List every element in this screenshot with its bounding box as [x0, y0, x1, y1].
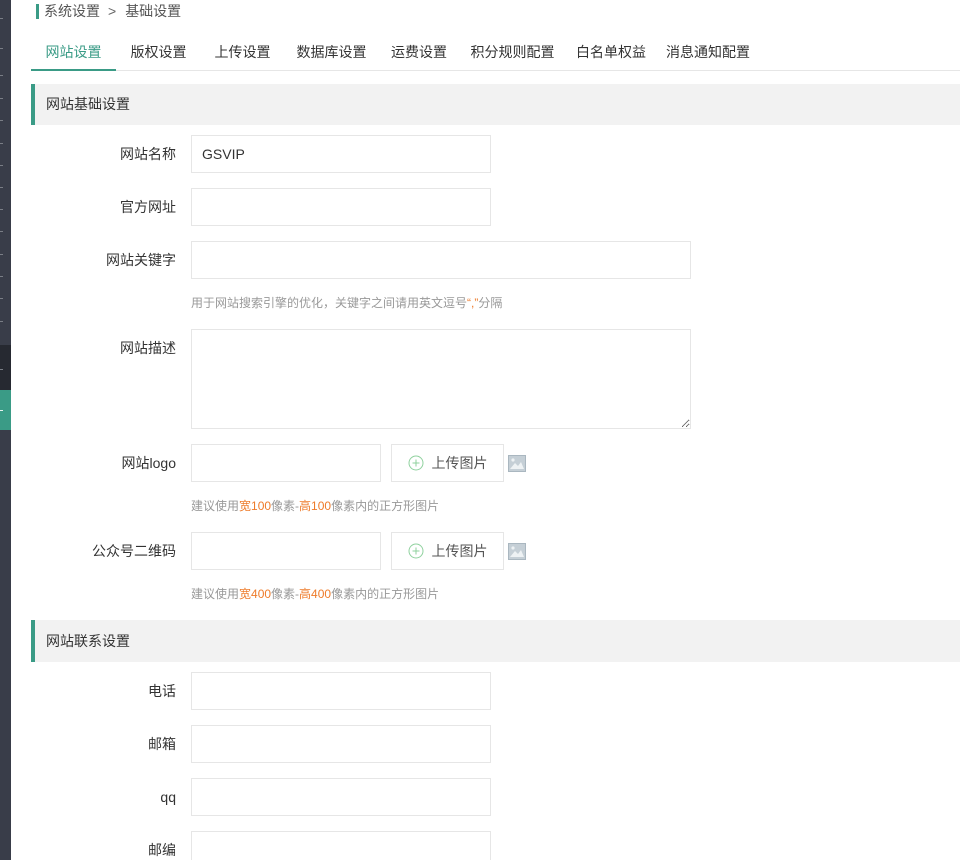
tab-whitelist-benefits[interactable]: 白名单权益 — [566, 35, 656, 70]
logo-path-input[interactable] — [191, 444, 381, 482]
official-url-input[interactable] — [191, 188, 491, 226]
sidebar-menu-item-edge[interactable] — [0, 75, 3, 76]
help-text-highlight: 高100 — [299, 499, 332, 513]
breadcrumb: 系统设置 > 基础设置 — [36, 3, 181, 20]
zip-input[interactable] — [191, 831, 491, 860]
description-textarea[interactable] — [191, 329, 691, 429]
image-icon[interactable] — [508, 455, 526, 472]
phone-input[interactable] — [191, 672, 491, 710]
help-text-highlight: 宽100 — [239, 499, 272, 513]
keywords-label: 网站关键字 — [106, 252, 176, 268]
tab-points-rules[interactable]: 积分规则配置 — [459, 35, 566, 70]
sidebar-menu-item-edge[interactable] — [0, 98, 3, 99]
breadcrumb-parent-link[interactable]: 系统设置 — [44, 3, 100, 20]
zip-label: 邮编 — [148, 842, 176, 858]
help-text-part: 建议使用 — [191, 587, 240, 601]
qrcode-path-input[interactable] — [191, 532, 381, 570]
help-text-highlight: “,” — [467, 296, 479, 310]
logo-upload-button[interactable]: 上传图片 — [391, 444, 504, 482]
qrcode-help-text: 建议使用宽400像素-高400像素内的正方形图片 — [191, 586, 439, 602]
upload-button-label: 上传图片 — [431, 455, 488, 471]
image-icon[interactable] — [508, 543, 526, 560]
official-url-label: 官方网址 — [120, 199, 176, 215]
upload-button-label: 上传图片 — [431, 543, 488, 559]
sidebar-menu-item-edge — [0, 369, 3, 370]
sidebar-menu-item-edge[interactable] — [0, 298, 3, 299]
keywords-help-text: 用于网站搜索引擎的优化，关键字之间请用英文逗号“,”分隔 — [191, 295, 502, 311]
sidebar-menu-item-edge[interactable] — [0, 254, 3, 255]
breadcrumb-accent-bar — [36, 4, 39, 19]
qq-input[interactable] — [191, 778, 491, 816]
help-text-part: 像素- — [271, 499, 300, 513]
help-text-part: 分隔 — [478, 296, 503, 310]
tab-website-settings[interactable]: 网站设置 — [31, 35, 116, 71]
sidebar-menu-item-edge[interactable] — [0, 18, 3, 19]
phone-label: 电话 — [148, 683, 176, 699]
site-name-input[interactable] — [191, 135, 491, 173]
section-title-contact: 网站联系设置 — [31, 620, 960, 662]
sidebar-menu-item-edge[interactable] — [0, 187, 3, 188]
sidebar-menu-item-edge — [0, 410, 3, 411]
keywords-input[interactable] — [191, 241, 691, 279]
sidebar-menu-item-edge[interactable] — [0, 209, 3, 210]
tab-notification-settings[interactable]: 消息通知配置 — [656, 35, 760, 70]
breadcrumb-current: 基础设置 — [125, 3, 182, 19]
tab-copyright-settings[interactable]: 版权设置 — [116, 35, 201, 70]
help-text-part: 建议使用 — [191, 499, 240, 513]
sidebar-menu-item-edge[interactable] — [0, 120, 3, 121]
site-name-label: 网站名称 — [120, 146, 176, 162]
help-text-highlight: 宽400 — [239, 587, 272, 601]
sidebar-menu-item-edge[interactable] — [0, 321, 3, 322]
logo-help-text: 建议使用宽100像素-高100像素内的正方形图片 — [191, 498, 439, 514]
sidebar-menu-item-edge[interactable] — [0, 143, 3, 144]
qrcode-upload-button[interactable]: 上传图片 — [391, 532, 504, 570]
sidebar — [0, 0, 11, 860]
sidebar-menu-item-edge[interactable] — [0, 276, 3, 277]
breadcrumb-separator: > — [108, 3, 117, 19]
tab-shipping-settings[interactable]: 运费设置 — [379, 35, 459, 70]
section-title-basic: 网站基础设置 — [31, 84, 960, 125]
help-text-part: 像素内的正方形图片 — [331, 499, 440, 513]
sidebar-active-item[interactable] — [0, 390, 11, 430]
sidebar-menu-item-edge[interactable] — [0, 231, 3, 232]
tab-database-settings[interactable]: 数据库设置 — [284, 35, 379, 70]
help-text-highlight: 高400 — [299, 587, 332, 601]
sidebar-menu-item-edge[interactable] — [0, 48, 3, 49]
help-text-part: 用于网站搜索引擎的优化，关键字之间请用英文逗号 — [191, 296, 468, 310]
help-text-part: 像素- — [271, 587, 300, 601]
settings-tabs: 网站设置 版权设置 上传设置 数据库设置 运费设置 积分规则配置 白名单权益 消… — [31, 35, 960, 71]
qrcode-label: 公众号二维码 — [92, 543, 176, 559]
plus-circle-icon — [408, 543, 424, 559]
plus-circle-icon — [408, 455, 424, 471]
sidebar-hover-item[interactable] — [0, 345, 11, 390]
email-label: 邮箱 — [148, 736, 176, 752]
sidebar-menu-item-edge[interactable] — [0, 165, 3, 166]
tab-upload-settings[interactable]: 上传设置 — [201, 35, 284, 70]
description-label: 网站描述 — [120, 340, 176, 356]
email-input[interactable] — [191, 725, 491, 763]
help-text-part: 像素内的正方形图片 — [331, 587, 440, 601]
logo-label: 网站logo — [121, 455, 176, 471]
qq-label: qq — [160, 789, 176, 805]
